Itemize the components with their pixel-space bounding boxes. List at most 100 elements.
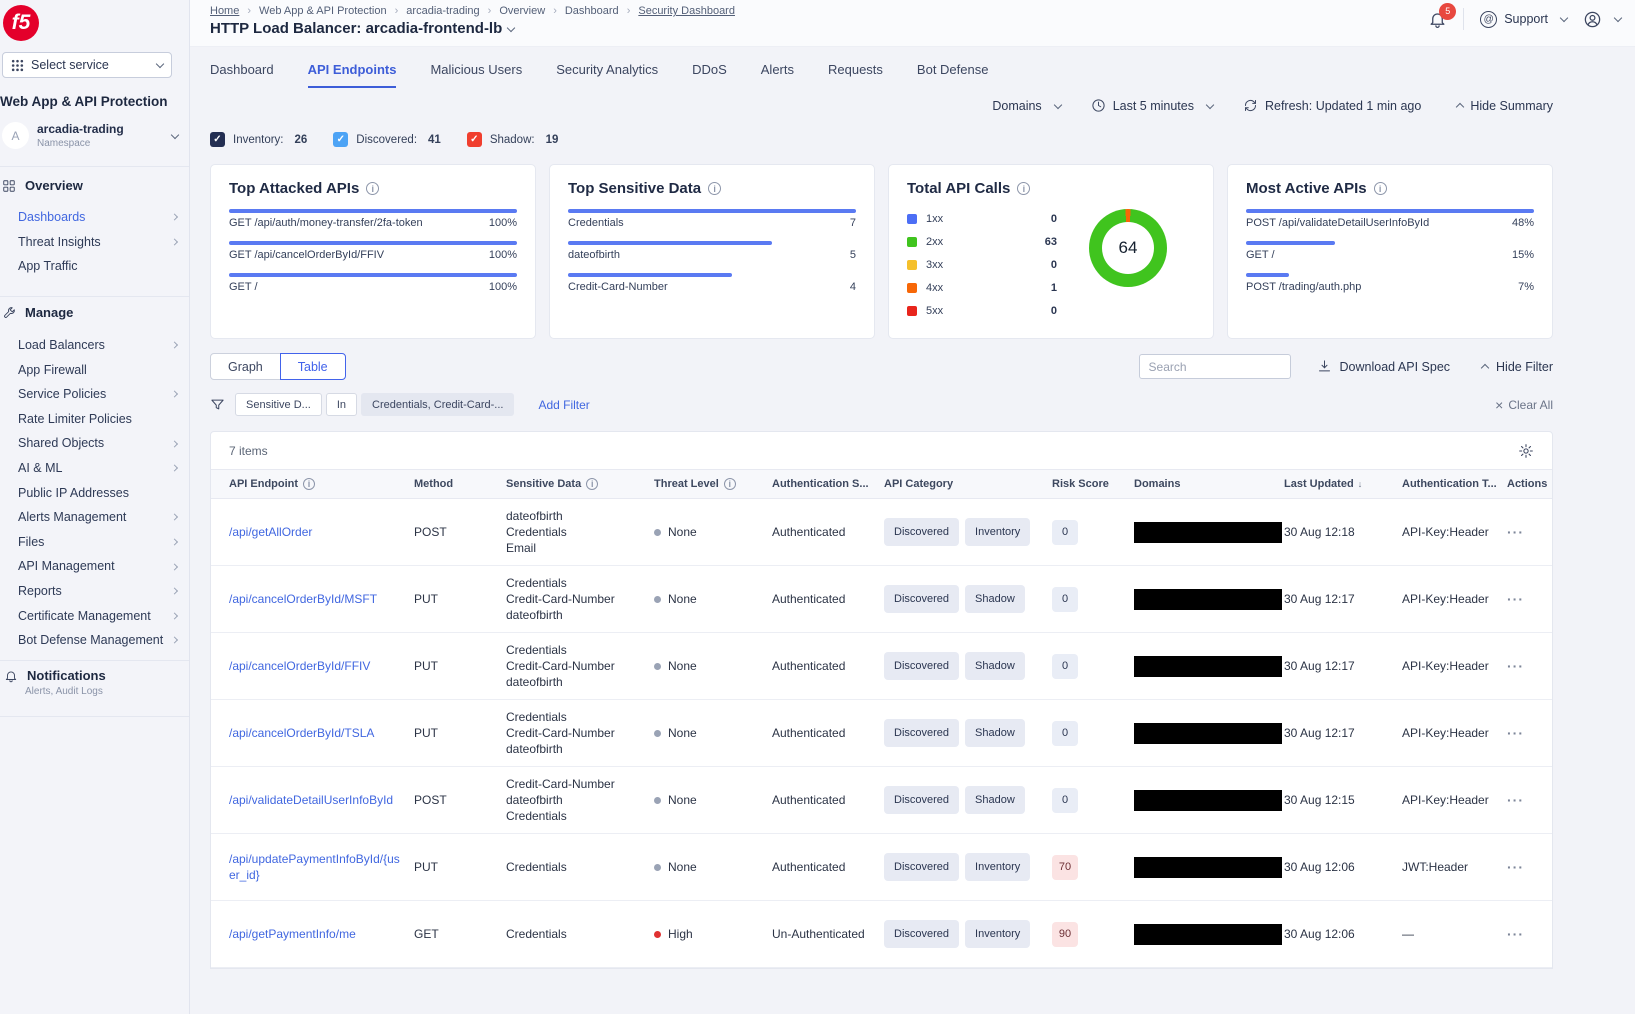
col-authentication-state[interactable]: Authentication S... xyxy=(772,478,884,490)
col-sensitive-data[interactable]: Sensitive Data xyxy=(506,478,654,490)
category-chip[interactable]: Inventory xyxy=(965,853,1030,881)
sidebar-item-public-ip-addresses[interactable]: Public IP Addresses xyxy=(0,481,189,506)
hide-summary-toggle[interactable]: Hide Summary xyxy=(1451,99,1553,113)
tab-security-analytics[interactable]: Security Analytics xyxy=(556,62,658,88)
sidebar-item-load-balancers[interactable]: Load Balancers xyxy=(0,333,189,358)
inventory-checkbox[interactable]: Inventory:26 xyxy=(210,132,307,147)
tab-dashboard[interactable]: Dashboard xyxy=(210,62,274,88)
namespace-selector[interactable]: A arcadia-trading Namespace xyxy=(2,122,188,149)
col-domains[interactable]: Domains xyxy=(1134,478,1284,490)
table-view-button[interactable]: Table xyxy=(280,353,346,380)
row-actions-button[interactable] xyxy=(1507,660,1524,674)
endpoint-link[interactable]: /api/cancelOrderById/MSFT xyxy=(229,592,377,606)
category-chip[interactable]: Discovered xyxy=(884,585,959,613)
category-chip[interactable]: Discovered xyxy=(884,853,959,881)
category-chip[interactable]: Shadow xyxy=(965,652,1025,680)
info-icon[interactable] xyxy=(708,182,721,195)
breadcrumb-overview[interactable]: Overview xyxy=(499,5,545,17)
select-service-dropdown[interactable]: Select service xyxy=(2,52,172,78)
row-actions-button[interactable] xyxy=(1507,727,1524,741)
col-api-category[interactable]: API Category xyxy=(884,478,1052,490)
category-chip[interactable]: Discovered xyxy=(884,719,959,747)
info-icon[interactable] xyxy=(366,182,379,195)
graph-view-button[interactable]: Graph xyxy=(210,353,281,380)
category-chip[interactable]: Inventory xyxy=(965,920,1030,948)
category-chip[interactable]: Discovered xyxy=(884,786,959,814)
endpoint-link[interactable]: /api/cancelOrderById/TSLA xyxy=(229,726,374,740)
row-actions-button[interactable] xyxy=(1507,593,1524,607)
sidebar-item-ai-ml[interactable]: AI & ML xyxy=(0,456,189,481)
col-last-updated[interactable]: Last Updated xyxy=(1284,478,1402,490)
row-actions-button[interactable] xyxy=(1507,526,1524,540)
endpoint-link[interactable]: /api/getAllOrder xyxy=(229,525,312,539)
refresh-button[interactable]: Refresh: Updated 1 min ago xyxy=(1243,98,1421,113)
sidebar-item-reports[interactable]: Reports xyxy=(0,579,189,604)
table-settings-button[interactable] xyxy=(1518,443,1534,459)
tab-api-endpoints[interactable]: API Endpoints xyxy=(308,62,397,88)
tab-bot-defense[interactable]: Bot Defense xyxy=(917,62,989,88)
page-title[interactable]: HTTP Load Balancer: arcadia-frontend-lb xyxy=(210,20,735,37)
sidebar-item-dashboards[interactable]: Dashboards xyxy=(0,205,189,230)
sidebar-item-shared-objects[interactable]: Shared Objects xyxy=(0,431,189,456)
category-chip[interactable]: Shadow xyxy=(965,786,1025,814)
category-chip[interactable]: Shadow xyxy=(965,585,1025,613)
hide-filter-toggle[interactable]: Hide Filter xyxy=(1476,360,1553,374)
discovered-checkbox[interactable]: Discovered:41 xyxy=(333,132,441,147)
clear-all-button[interactable]: Clear All xyxy=(1495,397,1553,413)
sidebar-item-threat-insights[interactable]: Threat Insights xyxy=(0,230,189,255)
search-input[interactable] xyxy=(1139,354,1291,379)
category-chip[interactable]: Discovered xyxy=(884,518,959,546)
time-range-dropdown[interactable]: Last 5 minutes xyxy=(1091,98,1213,113)
col-risk-score[interactable]: Risk Score xyxy=(1052,478,1134,490)
sidebar-item-service-policies[interactable]: Service Policies xyxy=(0,382,189,407)
breadcrumb-namespace[interactable]: arcadia-trading xyxy=(406,5,479,17)
category-chip[interactable]: Shadow xyxy=(965,719,1025,747)
sidebar-item-files[interactable]: Files xyxy=(0,530,189,555)
endpoint-link[interactable]: /api/cancelOrderById/FFIV xyxy=(229,659,370,673)
category-chip[interactable]: Inventory xyxy=(965,518,1030,546)
domains-dropdown[interactable]: Domains xyxy=(992,99,1060,113)
sidebar-item-bot-defense-management[interactable]: Bot Defense Management xyxy=(0,628,189,653)
sidebar-item-app-traffic[interactable]: App Traffic xyxy=(0,254,189,279)
row-actions-button[interactable] xyxy=(1507,794,1524,808)
category-chip[interactable]: Discovered xyxy=(884,920,959,948)
breadcrumb-security-dashboard[interactable]: Security Dashboard xyxy=(638,5,735,17)
f5-logo[interactable]: f5 xyxy=(3,5,39,41)
info-icon[interactable] xyxy=(1374,182,1387,195)
row-actions-button[interactable] xyxy=(1507,928,1524,942)
tab-alerts[interactable]: Alerts xyxy=(761,62,794,88)
category-chip[interactable]: Discovered xyxy=(884,652,959,680)
sidebar-item-api-management[interactable]: API Management xyxy=(0,554,189,579)
account-menu[interactable] xyxy=(1583,10,1621,29)
col-method[interactable]: Method xyxy=(414,478,506,490)
info-icon[interactable] xyxy=(303,478,315,490)
tab-requests[interactable]: Requests xyxy=(828,62,883,88)
filter-operator-select[interactable]: In xyxy=(326,393,357,416)
sidebar-item-notifications[interactable]: Notifications Alerts, Audit Logs xyxy=(0,668,189,697)
breadcrumb-home[interactable]: Home xyxy=(210,5,239,17)
col-threat-level[interactable]: Threat Level xyxy=(654,478,772,490)
endpoint-link[interactable]: /api/getPaymentInfo/me xyxy=(229,927,356,941)
download-api-spec-button[interactable]: Download API Spec xyxy=(1317,359,1451,374)
shadow-checkbox[interactable]: Shadow:19 xyxy=(467,132,559,147)
row-actions-button[interactable] xyxy=(1507,861,1524,875)
endpoint-link[interactable]: /api/validateDetailUserInfoById xyxy=(229,793,393,807)
col-authentication-type[interactable]: Authentication T... xyxy=(1402,478,1507,490)
col-api-endpoint[interactable]: API Endpoint xyxy=(229,478,414,490)
info-icon[interactable] xyxy=(586,478,598,490)
info-icon[interactable] xyxy=(1017,182,1030,195)
filter-field-select[interactable]: Sensitive D... xyxy=(235,393,322,416)
filter-value-chip[interactable]: Credentials, Credit-Card-... xyxy=(361,393,514,416)
tab-ddos[interactable]: DDoS xyxy=(692,62,727,88)
notifications-bell-button[interactable]: 5 xyxy=(1428,10,1447,29)
support-menu[interactable]: Support xyxy=(1480,11,1567,28)
tab-malicious-users[interactable]: Malicious Users xyxy=(430,62,522,88)
add-filter-button[interactable]: Add Filter xyxy=(538,398,589,412)
sidebar-item-app-firewall[interactable]: App Firewall xyxy=(0,358,189,383)
breadcrumb-waap[interactable]: Web App & API Protection xyxy=(259,5,387,17)
info-icon[interactable] xyxy=(724,478,736,490)
sidebar-item-certificate-management[interactable]: Certificate Management xyxy=(0,604,189,629)
sidebar-item-alerts-management[interactable]: Alerts Management xyxy=(0,505,189,530)
sidebar-item-rate-limiter-policies[interactable]: Rate Limiter Policies xyxy=(0,407,189,432)
endpoint-link[interactable]: /api/updatePaymentInfoById/{user_id} xyxy=(229,852,400,882)
